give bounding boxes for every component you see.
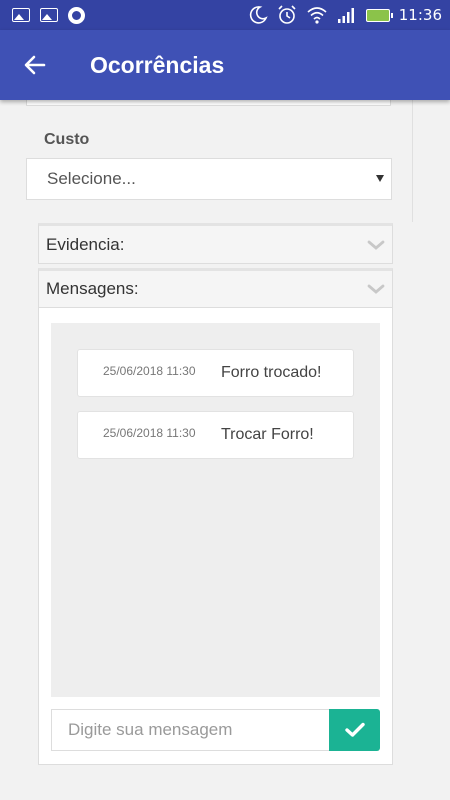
battery-charging-icon (365, 8, 393, 22)
chevron-down-icon[interactable] (366, 279, 386, 299)
evidencia-title: Evidencia: (46, 234, 125, 254)
message-bubble: 25/06/2018 11:30 Trocar Forro! (77, 411, 354, 459)
image-icon (40, 8, 58, 22)
image-icon (12, 8, 30, 22)
message-input-row (51, 709, 380, 751)
evidencia-panel[interactable]: Evidencia: (38, 223, 393, 264)
custo-label: Custo (44, 131, 90, 148)
caret-down-icon (376, 175, 384, 182)
message-date: 25/06/2018 11:30 (103, 364, 196, 378)
app-bar: Ocorrências (0, 30, 450, 100)
chevron-down-icon[interactable] (366, 235, 386, 255)
circle-icon (68, 6, 85, 24)
signal-icon (337, 8, 354, 23)
status-time: 11:36 (398, 6, 442, 24)
message-input[interactable] (51, 709, 329, 751)
custo-select[interactable]: Selecione... (26, 158, 392, 200)
moon-icon (249, 6, 268, 24)
arrow-left-icon[interactable] (0, 30, 70, 100)
check-icon (344, 722, 365, 737)
wifi-icon (307, 7, 327, 24)
message-bubble: 25/06/2018 11:30 Forro trocado! (77, 349, 354, 397)
message-text: Forro trocado! (221, 364, 322, 381)
alarm-icon (278, 5, 296, 24)
content: Custo Selecione... Evidencia: Mensagens: (0, 94, 450, 800)
custo-select-value: Selecione... (47, 169, 136, 188)
message-text: Trocar Forro! (221, 426, 314, 443)
send-button[interactable] (329, 709, 380, 751)
chat-area[interactable]: 25/06/2018 11:30 Forro trocado! 25/06/20… (51, 323, 380, 697)
divider (412, 100, 413, 222)
page-title: Ocorrências (90, 51, 225, 78)
message-date: 25/06/2018 11:30 (103, 426, 196, 440)
status-bar: 11:36 (0, 0, 450, 30)
mensagens-panel: Mensagens: 25/06/2018 11:30 Forro trocad… (38, 268, 393, 765)
mensagens-title: Mensagens: (46, 279, 139, 298)
evidencia-panel-header[interactable]: Evidencia: (39, 226, 392, 263)
mensagens-panel-header[interactable]: Mensagens: (39, 271, 392, 308)
